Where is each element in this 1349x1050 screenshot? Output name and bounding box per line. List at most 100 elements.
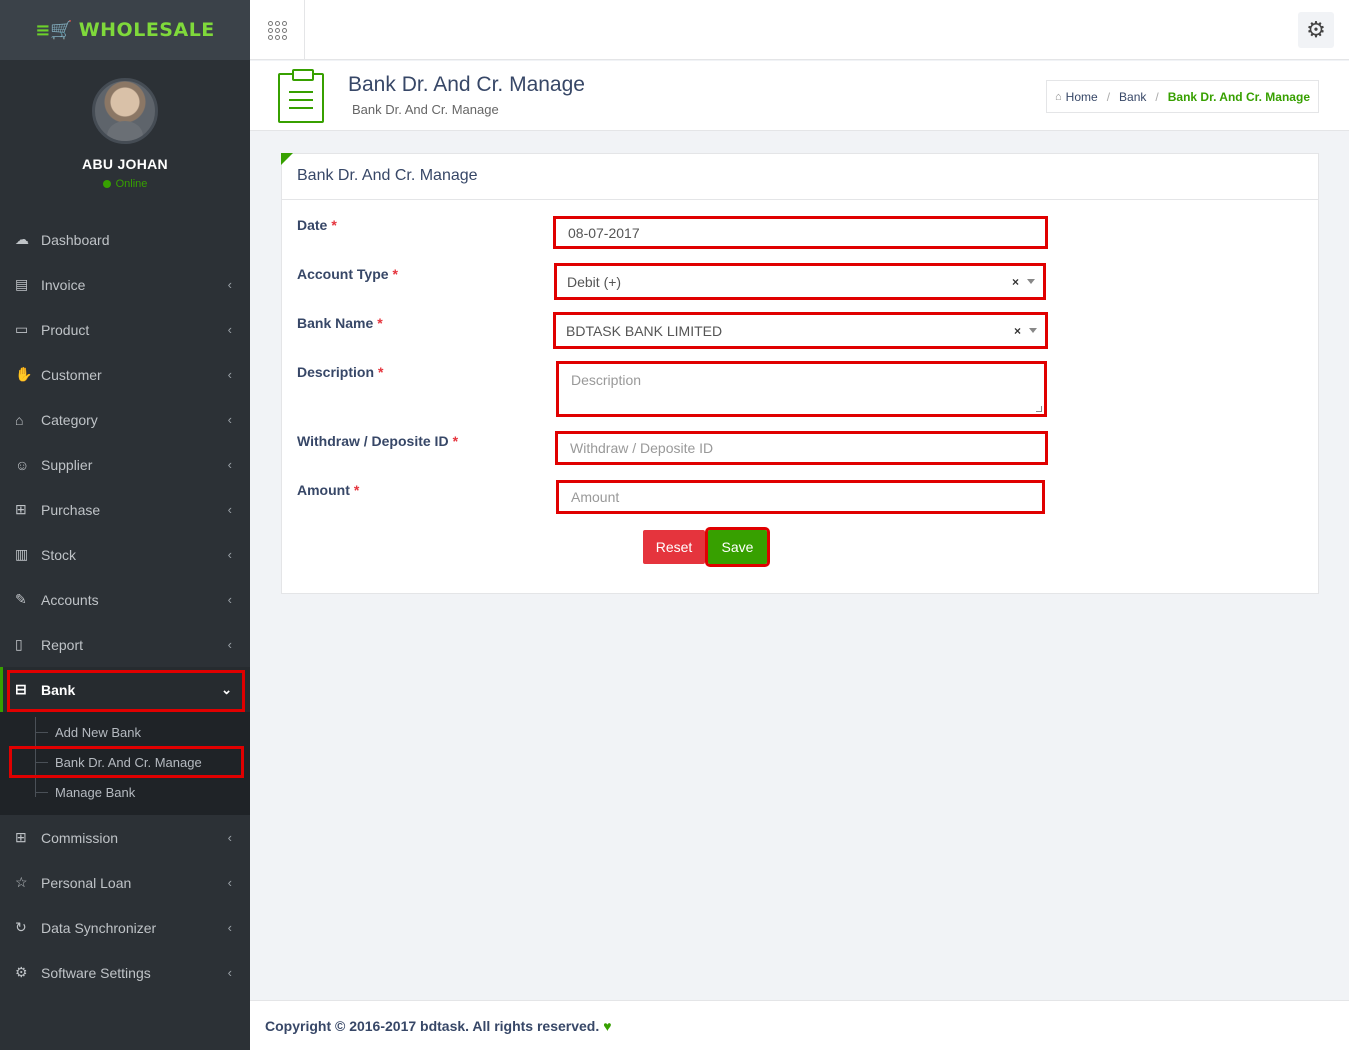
supplier-icon: ☺	[15, 456, 30, 473]
sidebar-item-label: Customer	[41, 366, 102, 383]
sidebar-item-label: Data Synchronizer	[41, 919, 157, 936]
sidebar-item-stock[interactable]: ▥ Stock ‹	[0, 532, 250, 577]
sidebar-item-supplier[interactable]: ☺ Supplier ‹	[0, 442, 250, 487]
description-label: Description *	[297, 364, 383, 380]
sidebar-item-dashboard[interactable]: ☁ Dashboard	[0, 217, 250, 262]
bank-name-value: BDTASK BANK LIMITED	[566, 322, 723, 339]
withdraw-id-input[interactable]: Withdraw / Deposite ID	[555, 431, 1048, 465]
sidebar-item-label: Purchase	[41, 501, 101, 518]
breadcrumb-bank[interactable]: Bank	[1119, 90, 1146, 104]
copyright-text: Copyright © 2016-2017 bdtask. All rights…	[265, 1018, 600, 1034]
account-type-value: Debit (+)	[567, 273, 622, 290]
sidebar-item-data-synchronizer[interactable]: ↻ Data Synchronizer ‹	[0, 905, 250, 950]
online-dot-icon	[102, 180, 111, 188]
sidebar-item-customer[interactable]: ✋ Customer ‹	[0, 352, 250, 397]
sidebar-item-label: Invoice	[41, 276, 86, 293]
sidebar-item-label: Supplier	[41, 456, 93, 473]
sidebar-item-label: Accounts	[41, 591, 99, 608]
logo[interactable]: ≡🛒 WHOLESALE	[35, 19, 215, 41]
clear-icon[interactable]: ×	[1014, 324, 1021, 338]
amount-input[interactable]: Amount	[556, 480, 1045, 514]
apps-grid-icon	[267, 20, 287, 40]
bank-name-label: Bank Name *	[297, 315, 383, 331]
required-marker: *	[353, 482, 360, 498]
withdraw-id-label: Withdraw / Deposite ID *	[297, 433, 458, 449]
required-marker: *	[331, 217, 337, 233]
user-status: Online	[0, 178, 250, 190]
description-textarea[interactable]: Description	[556, 361, 1047, 417]
accounts-icon: ✎	[15, 591, 27, 607]
sidebar-item-bank[interactable]: ⊟ Bank ⌄	[0, 667, 250, 712]
sidebar-item-software-settings[interactable]: ⚙ Software Settings ‹	[0, 950, 250, 995]
commission-icon: ⊞	[15, 829, 27, 845]
page-title: Bank Dr. And Cr. Manage	[348, 73, 585, 96]
settings-icon: ⚙	[15, 964, 28, 980]
submenu-item-add-new-bank[interactable]: Add New Bank	[0, 717, 250, 747]
panel-corner-marker	[281, 153, 293, 165]
account-type-select[interactable]: Debit (+) ×	[554, 263, 1046, 300]
clear-icon[interactable]: ×	[1012, 275, 1019, 289]
category-icon: ⌂	[15, 411, 24, 428]
chevron-left-icon: ‹	[227, 412, 232, 427]
heart-icon: ♥	[603, 1018, 612, 1034]
user-status-text: Online	[115, 178, 148, 190]
chevron-left-icon: ‹	[227, 547, 232, 562]
description-label-text: Description	[297, 364, 375, 380]
chevron-left-icon: ‹	[227, 592, 232, 607]
chevron-left-icon: ‹	[227, 367, 232, 382]
top-header: ⚙	[250, 0, 1349, 60]
submenu-item-bank-dr-cr-manage[interactable]: Bank Dr. And Cr. Manage	[0, 747, 250, 777]
sidebar-item-label: Product	[41, 321, 90, 338]
amount-placeholder: Amount	[571, 489, 620, 505]
required-marker: *	[378, 364, 384, 380]
sidebar-item-invoice[interactable]: ▤ Invoice ‹	[0, 262, 250, 307]
sidebar-item-label: Software Settings	[41, 964, 151, 981]
dropdown-arrow-icon[interactable]	[1027, 279, 1035, 284]
date-label: Date *	[297, 217, 337, 233]
sidebar-item-category[interactable]: ⌂ Category ‹	[0, 397, 250, 442]
chevron-left-icon: ‹	[227, 965, 232, 980]
chevron-left-icon: ‹	[227, 875, 232, 890]
product-icon: ▭	[15, 321, 29, 337]
breadcrumb-separator: /	[1155, 89, 1159, 104]
footer: Copyright © 2016-2017 bdtask. All rights…	[250, 1000, 1349, 1050]
sidebar-item-personal-loan[interactable]: ☆ Personal Loan ‹	[0, 860, 250, 905]
stock-icon: ▥	[15, 546, 29, 562]
date-input[interactable]: 08-07-2017	[553, 216, 1048, 249]
chevron-left-icon: ‹	[227, 322, 232, 337]
dashboard-icon: ☁	[15, 231, 29, 247]
resize-handle-icon[interactable]	[1036, 406, 1042, 412]
sidebar-item-accounts[interactable]: ✎ Accounts ‹	[0, 577, 250, 622]
cart-icon: ⊞	[15, 501, 27, 517]
bank-name-select[interactable]: BDTASK BANK LIMITED ×	[553, 312, 1048, 349]
sidebar-item-purchase[interactable]: ⊞ Purchase ‹	[0, 487, 250, 532]
menu-toggle-button[interactable]	[250, 0, 305, 60]
content-header: Bank Dr. And Cr. Manage Bank Dr. And Cr.…	[250, 61, 1349, 131]
form-panel: Bank Dr. And Cr. Manage Date * 08-07-2017…	[281, 153, 1319, 594]
sidebar-item-label: Personal Loan	[41, 874, 132, 891]
reset-button[interactable]: Reset	[643, 530, 705, 564]
chevron-left-icon: ‹	[227, 457, 232, 472]
bank-icon: ⊟	[15, 681, 27, 697]
sidebar-item-report[interactable]: ▯ Report ‹	[0, 622, 250, 667]
sidebar: ≡🛒 WHOLESALE ABU JOHAN Online ☁ Dashboard…	[0, 0, 250, 1050]
submenu-item-manage-bank[interactable]: Manage Bank	[0, 777, 250, 807]
bank-submenu: Add New Bank Bank Dr. And Cr. Manage Man…	[0, 712, 250, 815]
save-button[interactable]: Save	[705, 527, 770, 567]
sidebar-item-label: Stock	[41, 546, 77, 563]
date-label-text: Date	[297, 217, 328, 233]
dropdown-arrow-icon[interactable]	[1029, 328, 1037, 333]
breadcrumb: ⌂ Home / Bank / Bank Dr. And Cr. Manage	[1046, 80, 1319, 113]
settings-button[interactable]: ⚙	[1298, 12, 1334, 48]
withdraw-id-label-text: Withdraw / Deposite ID	[297, 433, 449, 449]
breadcrumb-home[interactable]: Home	[1066, 90, 1098, 104]
breadcrumb-current: Bank Dr. And Cr. Manage	[1167, 89, 1310, 104]
chevron-left-icon: ‹	[227, 502, 232, 517]
account-type-label: Account Type *	[297, 266, 398, 282]
chevron-left-icon: ‹	[227, 637, 232, 652]
logo-bar: ≡🛒 WHOLESALE	[0, 0, 250, 60]
sidebar-item-product[interactable]: ▭ Product ‹	[0, 307, 250, 352]
avatar	[92, 78, 158, 144]
sidebar-item-commission[interactable]: ⊞ Commission ‹	[0, 815, 250, 860]
sync-icon: ↻	[15, 919, 27, 935]
